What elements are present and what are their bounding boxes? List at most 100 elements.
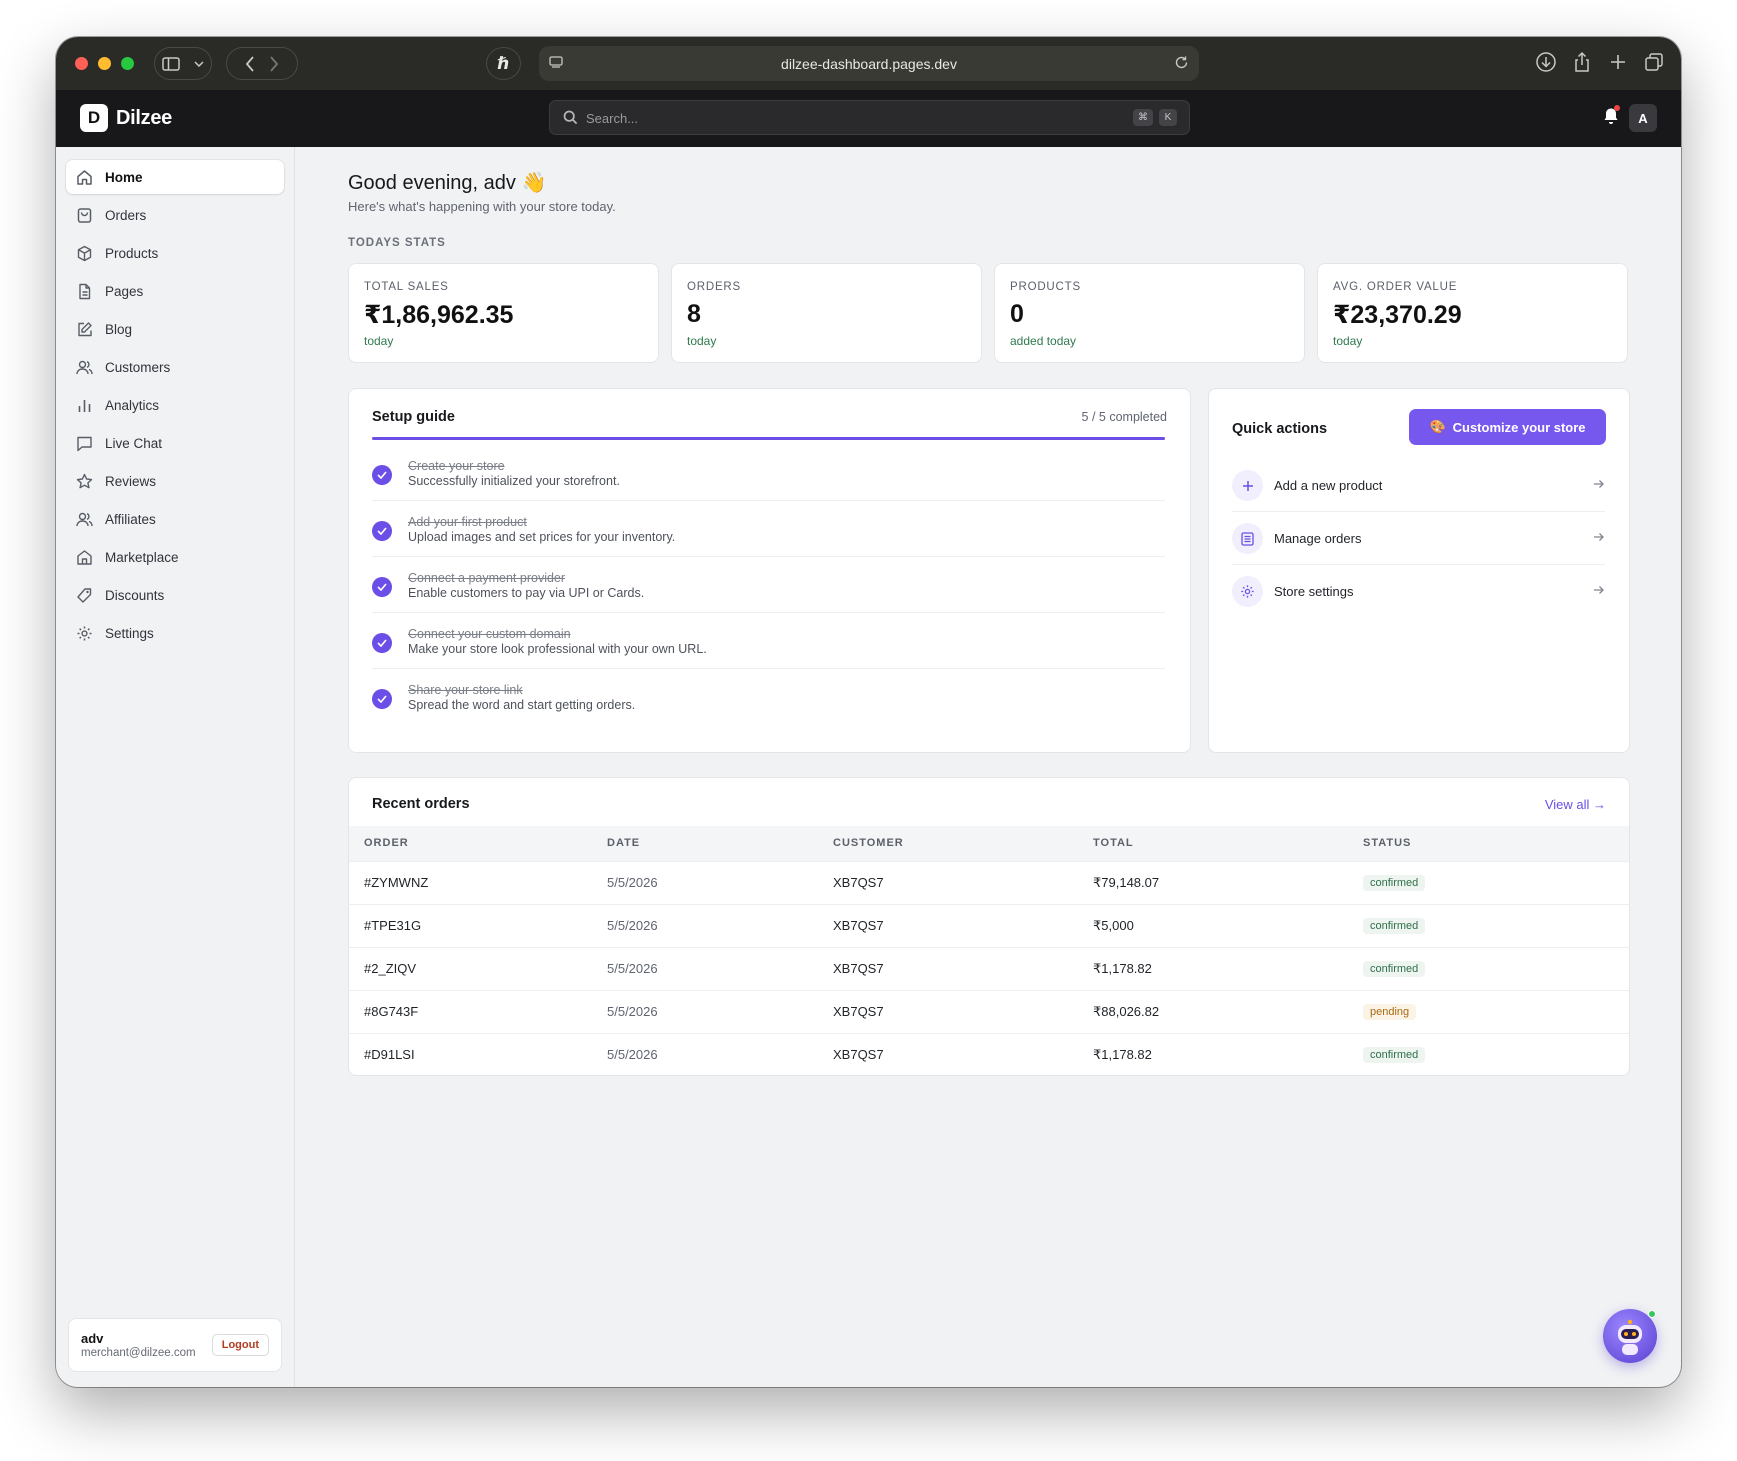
sidebar-item-orders[interactable]: Orders [66, 198, 284, 232]
stat-card-avg-order-value: AVG. ORDER VALUE ₹23,370.29 today [1317, 263, 1628, 363]
arrow-right-icon [1594, 533, 1604, 541]
column-header-status[interactable]: STATUS [1363, 826, 1629, 861]
table-row[interactable]: #8G743F 5/5/2026 XB7QS7 ₹88,026.82 pendi… [349, 989, 1629, 1033]
order-date: 5/5/2026 [607, 903, 833, 947]
quick-action-add-product[interactable]: Add a new product [1232, 459, 1605, 512]
search-bar[interactable]: ⌘ K [549, 100, 1190, 135]
table-row[interactable]: #2_ZIQV 5/5/2026 XB7QS7 ₹1,178.82 confir… [349, 946, 1629, 990]
download-icon[interactable] [1535, 51, 1557, 73]
order-status-cell: pending [1363, 989, 1629, 1033]
stat-subtext: added today [1010, 334, 1077, 348]
column-header-total[interactable]: TOTAL [1093, 826, 1363, 861]
zoom-window-button[interactable] [121, 57, 134, 70]
forward-icon[interactable] [269, 55, 279, 72]
recent-orders-card: Recent orders View all → ORDER DATE CUST… [348, 777, 1630, 1076]
sidebar-item-affiliates[interactable]: Affiliates [66, 502, 284, 536]
stat-label: AVG. ORDER VALUE [1333, 281, 1458, 293]
sidebar-item-blog[interactable]: Blog [66, 312, 284, 346]
status-badge: confirmed [1363, 875, 1426, 891]
main-content: Good evening, adv 👋 Here's what's happen… [296, 147, 1681, 1387]
sidebar-item-discounts[interactable]: Discounts [66, 578, 284, 612]
column-header-date[interactable]: DATE [607, 826, 833, 861]
page-menu-icon[interactable] [549, 55, 563, 69]
column-header-customer[interactable]: CUSTOMER [833, 826, 1093, 861]
sidebar-item-label: Blog [105, 321, 133, 337]
setup-steps: Create your store Successfully initializ… [372, 445, 1165, 725]
back-icon[interactable] [245, 55, 255, 72]
sidebar-item-live-chat[interactable]: Live Chat [66, 426, 284, 460]
stat-value: 8 [687, 300, 701, 328]
column-header-order[interactable]: ORDER [349, 826, 607, 861]
table-row[interactable]: #TPE31G 5/5/2026 XB7QS7 ₹5,000 confirmed [349, 903, 1629, 947]
sidebar-item-reviews[interactable]: Reviews [66, 464, 284, 498]
bar-chart-icon [78, 399, 91, 412]
order-id: #8G743F [349, 989, 607, 1033]
sidebar-item-products[interactable]: Products [66, 236, 284, 270]
star-icon [76, 473, 93, 488]
sidebar-item-label: Home [105, 169, 143, 185]
sidebar-item-label: Pages [105, 283, 144, 299]
page-title: Good evening, adv 👋 [348, 172, 547, 194]
logo[interactable]: D Dilzee [80, 104, 172, 132]
arrow-right-icon [1594, 480, 1604, 488]
order-status-cell: confirmed [1363, 1032, 1629, 1075]
order-total: ₹5,000 [1093, 903, 1363, 947]
chat-assistant-button[interactable] [1603, 1309, 1657, 1363]
home-icon [77, 169, 92, 185]
chevron-down-icon [194, 60, 204, 67]
sidebar-item-label: Reviews [105, 473, 157, 489]
setup-progress-text: 5 / 5 completed [1081, 410, 1167, 424]
customize-store-button[interactable]: 🎨 Customize your store [1409, 409, 1606, 445]
sidebar-item-settings[interactable]: Settings [66, 616, 284, 650]
setup-step-description: Spread the word and start getting orders… [408, 698, 636, 712]
stat-card-total-sales: TOTAL SALES ₹1,86,962.35 today [348, 263, 659, 363]
table-row[interactable]: #D91LSI 5/5/2026 XB7QS7 ₹1,178.82 confir… [349, 1032, 1629, 1075]
stat-value: 0 [1010, 300, 1024, 328]
minimize-window-button[interactable] [98, 57, 111, 70]
order-total: ₹1,178.82 [1093, 946, 1363, 990]
list-icon [1232, 523, 1263, 554]
search-icon [563, 110, 578, 125]
order-id: #ZYMWNZ [349, 860, 607, 904]
window-controls [75, 57, 134, 70]
address-bar[interactable]: dilzee-dashboard.pages.dev [539, 46, 1199, 81]
history-nav [226, 47, 298, 80]
order-customer: XB7QS7 [833, 946, 1093, 990]
logout-button[interactable]: Logout [211, 1334, 269, 1356]
avatar[interactable]: A [1629, 104, 1657, 132]
extension-button[interactable]: ℏ [486, 47, 521, 80]
url-text: dilzee-dashboard.pages.dev [781, 55, 957, 72]
setup-step[interactable]: Create your store Successfully initializ… [372, 445, 1165, 501]
order-customer: XB7QS7 [833, 860, 1093, 904]
close-window-button[interactable] [75, 57, 88, 70]
setup-step[interactable]: Share your store link Spread the word an… [372, 669, 1165, 725]
status-badge: confirmed [1363, 961, 1426, 977]
sidebar-item-pages[interactable]: Pages [66, 274, 284, 308]
quick-action-store-settings[interactable]: Store settings [1232, 565, 1605, 618]
status-badge: confirmed [1363, 918, 1426, 934]
table-row[interactable]: #ZYMWNZ 5/5/2026 XB7QS7 ₹79,148.07 confi… [349, 860, 1629, 904]
users-icon [76, 360, 93, 374]
check-circle-icon [372, 465, 392, 485]
setup-step[interactable]: Connect your custom domain Make your sto… [372, 613, 1165, 669]
notifications-button[interactable] [1603, 105, 1620, 130]
package-icon [77, 245, 92, 261]
sidebar-item-marketplace[interactable]: Marketplace [66, 540, 284, 574]
browser-window: ℏ dilzee-dashboard.pages.dev D Dilzee ⌘ … [56, 37, 1681, 1387]
order-total: ₹1,178.82 [1093, 1032, 1363, 1075]
quick-action-manage-orders[interactable]: Manage orders [1232, 512, 1605, 565]
reload-icon[interactable] [1174, 55, 1189, 70]
sidebar-toggle-button[interactable] [154, 47, 212, 80]
new-tab-icon[interactable] [1607, 51, 1629, 73]
sidebar-item-home[interactable]: Home [66, 160, 284, 194]
search-input[interactable] [586, 107, 1066, 129]
tab-overview-icon[interactable] [1643, 51, 1665, 73]
app-header: D Dilzee ⌘ K A [56, 90, 1681, 147]
setup-step[interactable]: Connect a payment provider Enable custom… [372, 557, 1165, 613]
sidebar-item-analytics[interactable]: Analytics [66, 388, 284, 422]
view-all-orders-link[interactable]: View all → [1545, 797, 1606, 812]
share-icon[interactable] [1571, 51, 1593, 73]
setup-step[interactable]: Add your first product Upload images and… [372, 501, 1165, 557]
sidebar-item-customers[interactable]: Customers [66, 350, 284, 384]
order-total: ₹79,148.07 [1093, 860, 1363, 904]
